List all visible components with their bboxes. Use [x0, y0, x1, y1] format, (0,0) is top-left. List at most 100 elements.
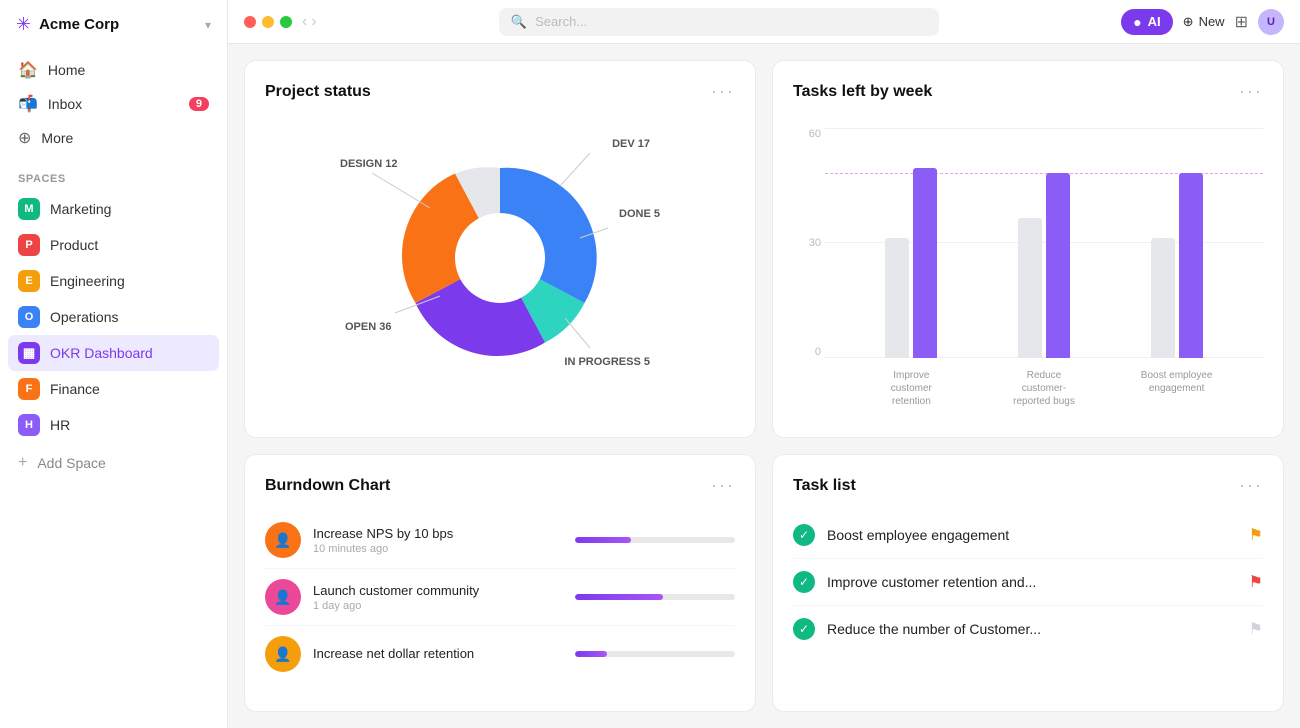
- operations-space-icon: O: [18, 306, 40, 328]
- tasks-by-week-title: Tasks left by week: [793, 83, 932, 101]
- bar-x-labels: Improve customerretention Reduce custome…: [825, 363, 1263, 408]
- plus-icon: ⊕: [1183, 14, 1194, 30]
- burndown-progress-1: [575, 537, 735, 543]
- okr-dashboard-space-icon: ▦: [18, 342, 40, 364]
- tasks-by-week-more-button[interactable]: ···: [1239, 81, 1263, 102]
- search-bar[interactable]: 🔍 Search...: [499, 8, 939, 36]
- task-check-3: ✓: [793, 618, 815, 640]
- add-space-label: Add Space: [37, 455, 106, 471]
- sidebar-item-inbox[interactable]: 📬 Inbox 9: [8, 87, 219, 121]
- tasks-by-week-header: Tasks left by week ···: [793, 81, 1263, 102]
- task-name-1: Boost employee engagement: [827, 527, 1237, 543]
- sidebar-item-finance[interactable]: F Finance: [8, 371, 219, 407]
- burndown-item-3: 👤 Increase net dollar retention: [265, 626, 735, 682]
- x-label-1: Improve customerretention: [871, 363, 951, 408]
- task-flag-1: ⚑: [1249, 525, 1263, 545]
- project-status-more-button[interactable]: ···: [711, 81, 735, 102]
- project-status-chart: DEV 17 DONE 5 IN PROGRESS 5 OPEN 36 DESI: [265, 118, 735, 398]
- ai-icon: ●: [1133, 14, 1141, 30]
- x-label-2: Reduce customer-reported bugs: [1004, 363, 1084, 408]
- inbox-icon: 📬: [18, 94, 38, 114]
- ai-label: AI: [1148, 14, 1161, 29]
- burndown-chart-card: Burndown Chart ··· 👤 Increase NPS by 10 …: [244, 454, 756, 712]
- space-label: Operations: [50, 309, 118, 325]
- sidebar-item-home[interactable]: 🏠 Home: [8, 53, 219, 87]
- window-controls: [244, 16, 292, 28]
- sidebar-item-operations[interactable]: O Operations: [8, 299, 219, 335]
- burndown-info-3: Increase net dollar retention: [313, 646, 563, 663]
- burndown-time-1: 10 minutes ago: [313, 543, 563, 555]
- pie-label-dev: DEV 17: [612, 138, 650, 150]
- forward-icon[interactable]: ›: [311, 13, 316, 31]
- project-status-header: Project status ···: [265, 81, 735, 102]
- more-icon: ⊕: [18, 128, 31, 148]
- search-placeholder: Search...: [535, 14, 587, 29]
- add-icon: +: [18, 454, 27, 472]
- y-label-60: 60: [793, 128, 821, 140]
- task-list-header: Task list ···: [793, 475, 1263, 496]
- sidebar-item-label: Inbox: [48, 96, 82, 112]
- pie-label-design: DESIGN 12: [340, 158, 398, 170]
- sidebar-item-marketing[interactable]: M Marketing: [8, 191, 219, 227]
- bar-purple-3: [1179, 173, 1203, 358]
- bar-groups: [825, 128, 1263, 358]
- new-label: New: [1199, 14, 1225, 29]
- bar-pair-1: [885, 168, 937, 358]
- bar-grey-2: [1018, 218, 1042, 358]
- bar-y-axis: 0 30 60: [793, 128, 821, 358]
- burndown-title: Burndown Chart: [265, 477, 390, 495]
- inbox-badge: 9: [189, 97, 209, 111]
- task-item-3: ✓ Reduce the number of Customer... ⚑: [793, 606, 1263, 652]
- task-flag-2: ⚑: [1249, 572, 1263, 592]
- sidebar-item-label: Home: [48, 62, 85, 78]
- y-label-30: 30: [793, 237, 821, 249]
- hr-space-icon: H: [18, 414, 40, 436]
- bar-chart-area: 0 30 60: [793, 118, 1263, 408]
- nav-arrows: ‹ ›: [302, 13, 317, 31]
- burndown-header: Burndown Chart ···: [265, 475, 735, 496]
- company-name: Acme Corp: [39, 16, 197, 33]
- burndown-time-2: 1 day ago: [313, 600, 563, 612]
- pie-label-done: DONE 5: [619, 208, 660, 220]
- maximize-button[interactable]: [280, 16, 292, 28]
- bar-group-3: [1151, 173, 1203, 358]
- task-check-2: ✓: [793, 571, 815, 593]
- bar-group-1: [885, 168, 937, 358]
- sidebar-item-hr[interactable]: H HR: [8, 407, 219, 443]
- grid-icon[interactable]: ⊞: [1235, 12, 1248, 32]
- add-space-button[interactable]: + Add Space: [8, 447, 219, 479]
- marketing-space-icon: M: [18, 198, 40, 220]
- space-label: Marketing: [50, 201, 111, 217]
- sidebar-item-more[interactable]: ⊕ More: [8, 121, 219, 155]
- sidebar-item-product[interactable]: P Product: [8, 227, 219, 263]
- new-button[interactable]: ⊕ New: [1183, 14, 1225, 30]
- space-label: HR: [50, 417, 70, 433]
- burndown-more-button[interactable]: ···: [711, 475, 735, 496]
- burndown-progress-2: [575, 594, 735, 600]
- ai-button[interactable]: ● AI: [1121, 9, 1172, 35]
- pie-svg: [400, 158, 600, 358]
- back-icon[interactable]: ‹: [302, 13, 307, 31]
- engineering-space-icon: E: [18, 270, 40, 292]
- topbar: ‹ › 🔍 Search... ● AI ⊕ New ⊞ U: [228, 0, 1300, 44]
- tasks-by-week-card: Tasks left by week ··· 0 30 60: [772, 60, 1284, 438]
- burndown-avatar-3: 👤: [265, 636, 301, 672]
- task-item-1: ✓ Boost employee engagement ⚑: [793, 512, 1263, 559]
- burndown-item-1: 👤 Increase NPS by 10 bps 10 minutes ago: [265, 512, 735, 569]
- minimize-button[interactable]: [262, 16, 274, 28]
- sidebar-item-okr-dashboard[interactable]: ▦ OKR Dashboard: [8, 335, 219, 371]
- chevron-down-icon: ▾: [205, 18, 211, 32]
- burndown-fill-1: [575, 537, 631, 543]
- sidebar: ✳ Acme Corp ▾ 🏠 Home 📬 Inbox 9 ⊕ More Sp…: [0, 0, 228, 728]
- bar-pair-3: [1151, 173, 1203, 358]
- bar-group-2: [1018, 173, 1070, 358]
- user-avatar[interactable]: U: [1258, 9, 1284, 35]
- task-flag-3: ⚑: [1249, 619, 1263, 639]
- bar-pair-2: [1018, 173, 1070, 358]
- close-button[interactable]: [244, 16, 256, 28]
- sidebar-item-engineering[interactable]: E Engineering: [8, 263, 219, 299]
- company-header[interactable]: ✳ Acme Corp ▾: [0, 0, 227, 49]
- finance-space-icon: F: [18, 378, 40, 400]
- task-list-more-button[interactable]: ···: [1239, 475, 1263, 496]
- product-space-icon: P: [18, 234, 40, 256]
